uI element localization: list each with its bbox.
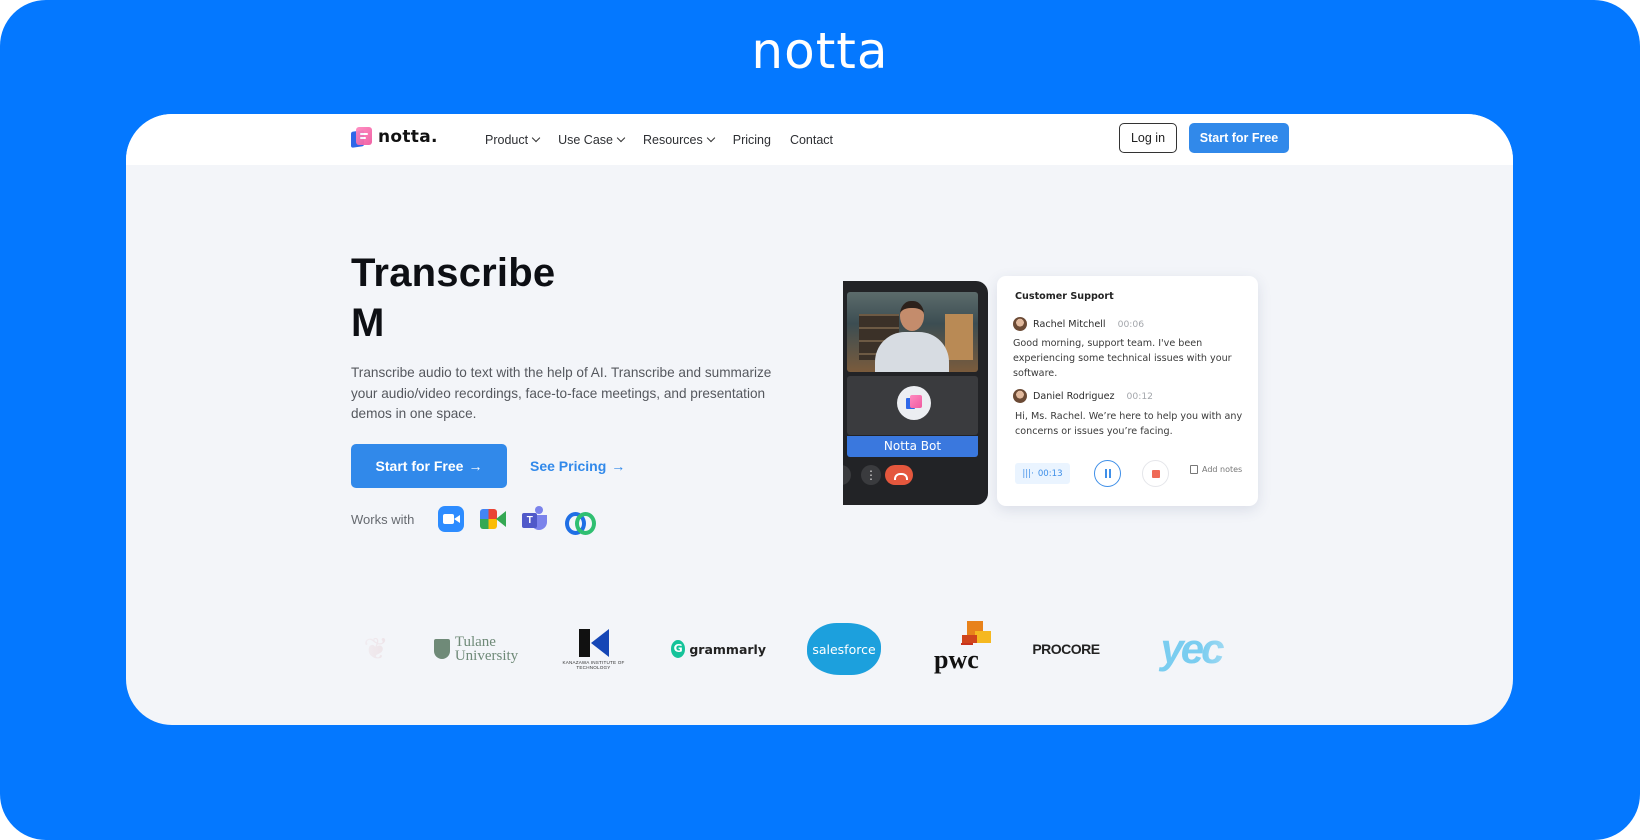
nav-item-label: Product bbox=[485, 132, 529, 147]
logo-text: notta. bbox=[378, 127, 438, 147]
hero-title: Transcribe M bbox=[351, 248, 555, 348]
notta-bot-avatar-icon bbox=[897, 386, 931, 420]
salesforce-logo: salesforce bbox=[804, 619, 884, 679]
speaker-row: Rachel Mitchell 00:06 bbox=[1013, 317, 1144, 331]
fade-left bbox=[341, 619, 411, 679]
notta-brand-logo: notta bbox=[751, 22, 889, 80]
pwc-logo: pwc bbox=[931, 619, 1001, 679]
tulane-line-2: University bbox=[454, 648, 519, 664]
salesforce-cloud-icon: salesforce bbox=[807, 623, 881, 675]
arrow-right-icon: → bbox=[611, 458, 626, 474]
recording-timer: |||· 00:13 bbox=[1015, 463, 1070, 484]
camera-toggle-icon[interactable] bbox=[843, 465, 851, 485]
zoom-icon bbox=[438, 506, 465, 532]
nav-menu: Product Use Case Resources Pricing Conta… bbox=[485, 114, 833, 165]
start-for-free-button[interactable]: Start for Free → bbox=[351, 444, 507, 488]
arrow-right-icon: → bbox=[468, 458, 483, 474]
top-navbar: notta. Product Use Case Resources Pricin… bbox=[126, 114, 1513, 165]
tulane-university-logo: Tulane University bbox=[431, 619, 521, 679]
chevron-down-icon bbox=[531, 133, 541, 142]
speaker-row: Daniel Rodriguez 00:12 bbox=[1013, 389, 1153, 403]
nav-logo[interactable]: notta. bbox=[351, 126, 438, 148]
grammarly-text: grammarly bbox=[689, 641, 766, 657]
chevron-down-icon bbox=[706, 133, 715, 142]
procore-logo: PROCORE bbox=[1032, 641, 1100, 657]
webex-icon bbox=[564, 506, 597, 535]
login-button[interactable]: Log in bbox=[1119, 123, 1177, 153]
transcript-title: Customer Support bbox=[1015, 291, 1114, 302]
works-with-row: Works with bbox=[351, 504, 606, 535]
tulane-shield-icon bbox=[433, 639, 450, 659]
notes-icon bbox=[1190, 465, 1198, 474]
avatar bbox=[1013, 389, 1027, 403]
nav-item-label: Use Case bbox=[558, 132, 613, 147]
grammarly-logo: G grammarly bbox=[671, 619, 766, 679]
microsoft-teams-icon bbox=[522, 506, 548, 532]
kanazawa-logo: KANAZAWA INSTITUTE OF TECHNOLOGY bbox=[556, 619, 631, 679]
add-notes-button[interactable]: Add notes bbox=[1190, 465, 1242, 474]
hero-title-line-1: Transcribe bbox=[351, 251, 556, 295]
nav-item-resources[interactable]: Resources bbox=[642, 132, 715, 147]
transcript-message: Hi, Ms. Rachel. We’re here to help you w… bbox=[1015, 411, 1243, 438]
speaker-timestamp: 00:06 bbox=[1117, 318, 1145, 330]
end-call-icon[interactable] bbox=[885, 465, 913, 485]
notta-bot-tile bbox=[847, 376, 978, 435]
button-label: Start for Free bbox=[375, 458, 464, 474]
more-options-icon[interactable] bbox=[861, 465, 881, 485]
nav-item-contact[interactable]: Contact bbox=[790, 133, 833, 147]
google-meet-icon bbox=[480, 506, 507, 532]
nav-item-pricing[interactable]: Pricing bbox=[733, 133, 771, 147]
speaker-name: Rachel Mitchell bbox=[1033, 318, 1106, 330]
kanazawa-text: KANAZAWA INSTITUTE OF TECHNOLOGY bbox=[562, 659, 625, 670]
nav-item-label: Pricing bbox=[732, 132, 771, 147]
hero-title-line-2: M bbox=[351, 301, 385, 345]
nav-item-label: Resources bbox=[642, 132, 703, 147]
works-with-label: Works with bbox=[351, 511, 415, 527]
start-for-free-nav-button[interactable]: Start for Free bbox=[1189, 123, 1289, 153]
avatar bbox=[1013, 317, 1027, 331]
grammarly-icon: G bbox=[671, 640, 686, 658]
notta-bot-label: Notta Bot bbox=[847, 436, 978, 457]
speaker-timestamp: 00:12 bbox=[1126, 390, 1154, 402]
nav-item-product[interactable]: Product bbox=[485, 132, 541, 147]
stop-button[interactable] bbox=[1142, 460, 1169, 487]
recording-time: 00:13 bbox=[1037, 468, 1063, 479]
pause-button[interactable] bbox=[1094, 460, 1121, 487]
link-label: See Pricing bbox=[530, 458, 607, 474]
tulane-text: Tulane University bbox=[454, 635, 519, 664]
customer-logos-strip: ❦ TulaneUniversity KANAZAWA INSTITUTE OF… bbox=[341, 619, 1291, 679]
transcript-card: Customer Support Rachel Mitchell 00:06 G… bbox=[997, 276, 1258, 506]
promo-frame: notta notta. Product Use Case Resources … bbox=[0, 0, 1640, 840]
kanazawa-mark-icon bbox=[578, 628, 609, 657]
see-pricing-link[interactable]: See Pricing → bbox=[530, 444, 625, 488]
video-call-panel: Notta Bot bbox=[843, 281, 988, 505]
transcript-message: Good morning, support team. I've been ex… bbox=[1013, 338, 1232, 380]
pwc-text: pwc bbox=[934, 645, 979, 674]
fade-right bbox=[1201, 619, 1291, 679]
waveform-icon: |||· bbox=[1022, 468, 1034, 479]
chevron-down-icon bbox=[616, 133, 626, 142]
add-notes-label: Add notes bbox=[1202, 465, 1243, 474]
website-screenshot: notta. Product Use Case Resources Pricin… bbox=[126, 114, 1513, 725]
nav-item-label: Contact bbox=[789, 132, 834, 147]
notta-logo-icon bbox=[351, 126, 373, 148]
speaker-name: Daniel Rodriguez bbox=[1033, 390, 1115, 402]
participant-video bbox=[847, 292, 978, 372]
hero-description: Transcribe audio to text with the help o… bbox=[351, 365, 772, 421]
nav-item-use-case[interactable]: Use Case bbox=[558, 132, 626, 147]
